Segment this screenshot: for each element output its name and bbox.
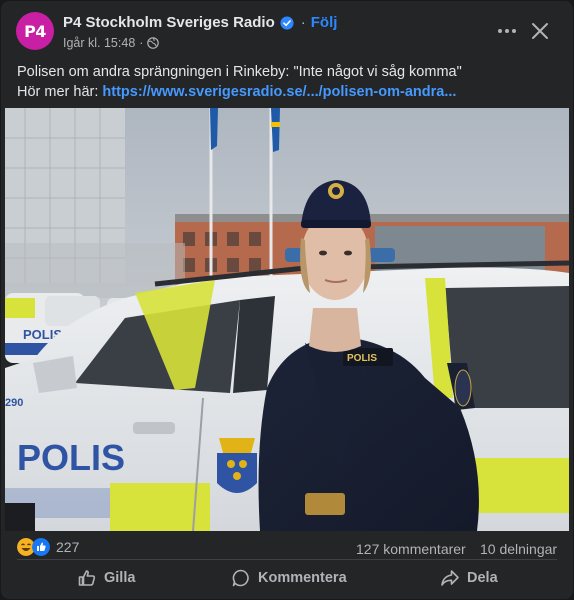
building-roof	[175, 214, 569, 222]
car-number: 290	[5, 397, 23, 409]
post-text-line2: Hör mer här: https://www.sverigesradio.s…	[17, 82, 562, 102]
post-card: P4 P4 Stockholm Sveriges Radio · Följ Ig…	[1, 1, 573, 599]
car-polis-text: POLIS	[17, 437, 125, 478]
chest-badge-text: POLIS	[347, 353, 377, 364]
post-photo[interactable]: POLIS POLIS 290 POLIS	[5, 108, 569, 531]
cap-band	[301, 220, 371, 228]
post-text: Polisen om andra sprängningen i Rinkeby:…	[17, 62, 562, 102]
comment-icon	[232, 569, 249, 587]
more-options-button[interactable]	[495, 21, 519, 41]
separator-dot: ·	[300, 14, 306, 31]
share-icon	[441, 570, 459, 586]
more-horizontal-icon	[498, 29, 516, 33]
verified-badge-icon	[280, 15, 294, 30]
comment-label: Kommentera	[258, 570, 347, 586]
like-reaction-icon	[32, 538, 50, 556]
share-label: Dela	[467, 570, 498, 586]
front-wheel	[5, 503, 35, 531]
page-name-row: P4 Stockholm Sveriges Radio · Följ	[63, 14, 337, 31]
background-car-yellow	[5, 298, 35, 318]
avatar-text: P4	[24, 21, 46, 41]
close-icon[interactable]	[529, 20, 551, 42]
comments-count[interactable]: 127 kommentarer	[356, 541, 466, 557]
reactions-summary[interactable]: 227	[17, 538, 79, 556]
cap-badge-center	[332, 187, 340, 195]
follow-button[interactable]: Följ	[311, 14, 338, 31]
flag-stripe	[271, 122, 280, 127]
photo-scene: POLIS POLIS 290 POLIS	[5, 108, 569, 531]
page-name-link[interactable]: P4 Stockholm Sveriges Radio	[63, 14, 275, 31]
officer-eye-left	[319, 250, 327, 256]
flag-left	[210, 108, 218, 150]
sleeve-emblem	[454, 369, 472, 407]
reaction-count: 227	[56, 539, 80, 555]
post-meta: Igår kl. 15:48 ·	[63, 36, 160, 50]
door-handle	[133, 422, 175, 434]
globe-icon	[147, 37, 160, 49]
shares-count[interactable]: 10 delningar	[480, 541, 557, 557]
avatar[interactable]: P4	[16, 12, 54, 50]
action-bar: Gilla Kommentera Dela	[1, 561, 573, 595]
like-button[interactable]: Gilla	[77, 563, 135, 593]
yellow-panel-rear	[470, 458, 569, 513]
meta-separator: ·	[139, 36, 144, 50]
thumbs-up-icon	[78, 570, 96, 586]
officer-eye-right	[344, 250, 352, 256]
post-text-prefix: Hör mer här:	[17, 84, 103, 100]
like-label: Gilla	[104, 570, 136, 586]
police-crest	[217, 438, 257, 493]
post-text-line1: Polisen om andra sprängningen i Rinkeby:…	[17, 64, 462, 80]
comment-button[interactable]: Kommentera	[231, 563, 347, 593]
actions-divider	[17, 559, 557, 560]
article-link[interactable]: https://www.sverigesradio.se/.../polisen…	[102, 84, 456, 100]
post-stats: 227 127 kommentarer 10 delningar	[1, 534, 573, 562]
timestamp[interactable]: Igår kl. 15:48	[63, 36, 135, 50]
post-header: P4 P4 Stockholm Sveriges Radio · Följ Ig…	[1, 1, 573, 59]
officer-neck	[309, 308, 361, 352]
officer-belt-buckle	[305, 493, 345, 515]
share-button[interactable]: Dela	[440, 563, 498, 593]
